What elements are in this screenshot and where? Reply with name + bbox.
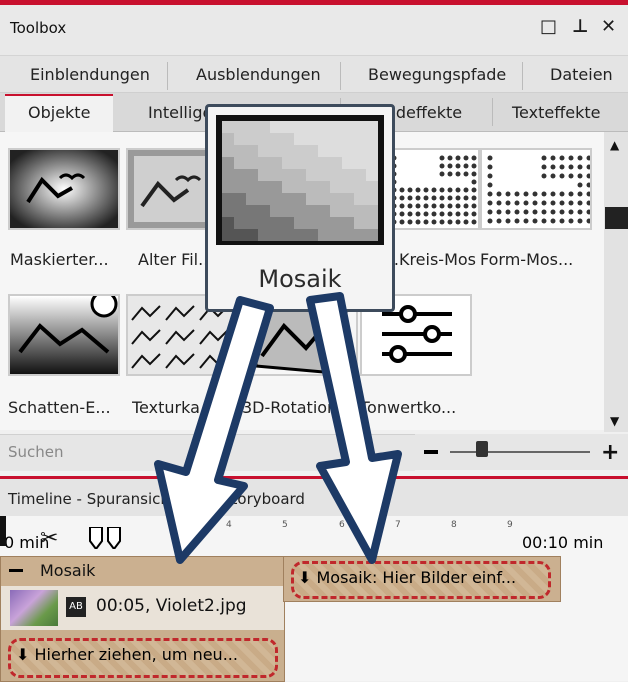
grid-scrollbar[interactable]: [604, 132, 628, 432]
playhead[interactable]: [0, 516, 6, 546]
item-label: Schatten-E...: [8, 398, 111, 417]
zoom-in-icon[interactable]: +: [601, 440, 619, 465]
mask-landscape-icon: [10, 150, 118, 228]
ruler-tick: 8: [451, 520, 457, 530]
ab-transition-icon[interactable]: AB: [66, 597, 86, 617]
shape-mosaic-icon: [482, 150, 590, 228]
item-label: Kreis-Mos...: [384, 250, 476, 269]
mosaic-placeholder-label: ⬇ Mosaik: Hier Bilder einf...: [298, 568, 517, 587]
scroll-down-icon[interactable]: ▼: [610, 414, 619, 428]
item-label: Form-Mos...: [480, 250, 574, 269]
tab-texteffekte[interactable]: Texteffekte: [512, 103, 600, 122]
clip-thumbnail: [10, 590, 58, 626]
scissors-icon[interactable]: ✂: [40, 526, 58, 551]
item-schatten-effekt[interactable]: [8, 294, 120, 376]
zoom-out-icon[interactable]: [424, 450, 438, 454]
marker-icon[interactable]: [88, 526, 122, 551]
item-label: Alter Fil...: [138, 250, 214, 269]
scroll-up-icon[interactable]: ▲: [610, 138, 619, 152]
drag-arrows: [154, 292, 402, 564]
tab-separator: [167, 62, 168, 90]
scroll-thumb[interactable]: [605, 207, 628, 229]
window-title: Toolbox: [10, 19, 67, 37]
mosaic-object-label: Mosaik: [40, 561, 96, 580]
mosaic-icon: [216, 115, 384, 245]
tab-bewegungspfade[interactable]: Bewegungspfade: [368, 65, 506, 84]
tab-einblendungen[interactable]: Einblendungen: [30, 65, 150, 84]
ruler-end-label: 00:10 min: [522, 533, 604, 552]
tab-ausblendungen[interactable]: Ausblendungen: [196, 65, 321, 84]
drop-zone-label: ⬇ Hierher ziehen, um neu...: [16, 645, 238, 664]
maximize-icon[interactable]: □: [540, 16, 557, 37]
tooltip-label: Mosaik: [258, 265, 342, 293]
collapse-icon[interactable]: [9, 569, 23, 572]
tab-separator: [522, 62, 523, 90]
item-form-mosaik[interactable]: [480, 148, 592, 230]
search-input[interactable]: Suchen: [8, 443, 64, 461]
toolbox-titlebar: [0, 5, 628, 56]
tab-separator: [340, 62, 341, 90]
tab-objekte[interactable]: Objekte: [28, 103, 90, 122]
circle-mosaic-icon: [386, 150, 478, 228]
item-maskierter[interactable]: [8, 148, 120, 230]
item-kreis-mosaik[interactable]: [384, 148, 480, 230]
ruler-tick: 9: [507, 520, 513, 530]
clip-label: 00:05, Violet2.jpg: [96, 596, 247, 616]
tab-separator: [492, 98, 493, 126]
close-icon[interactable]: ✕: [601, 16, 616, 37]
pin-icon[interactable]: ⊥: [572, 16, 588, 37]
zoom-slider-track[interactable]: [450, 451, 590, 453]
tab-dateien[interactable]: Dateien: [550, 65, 613, 84]
zoom-slider-handle[interactable]: [476, 441, 488, 457]
shadow-landscape-icon: [10, 296, 118, 374]
item-label: Maskierter...: [10, 250, 109, 269]
